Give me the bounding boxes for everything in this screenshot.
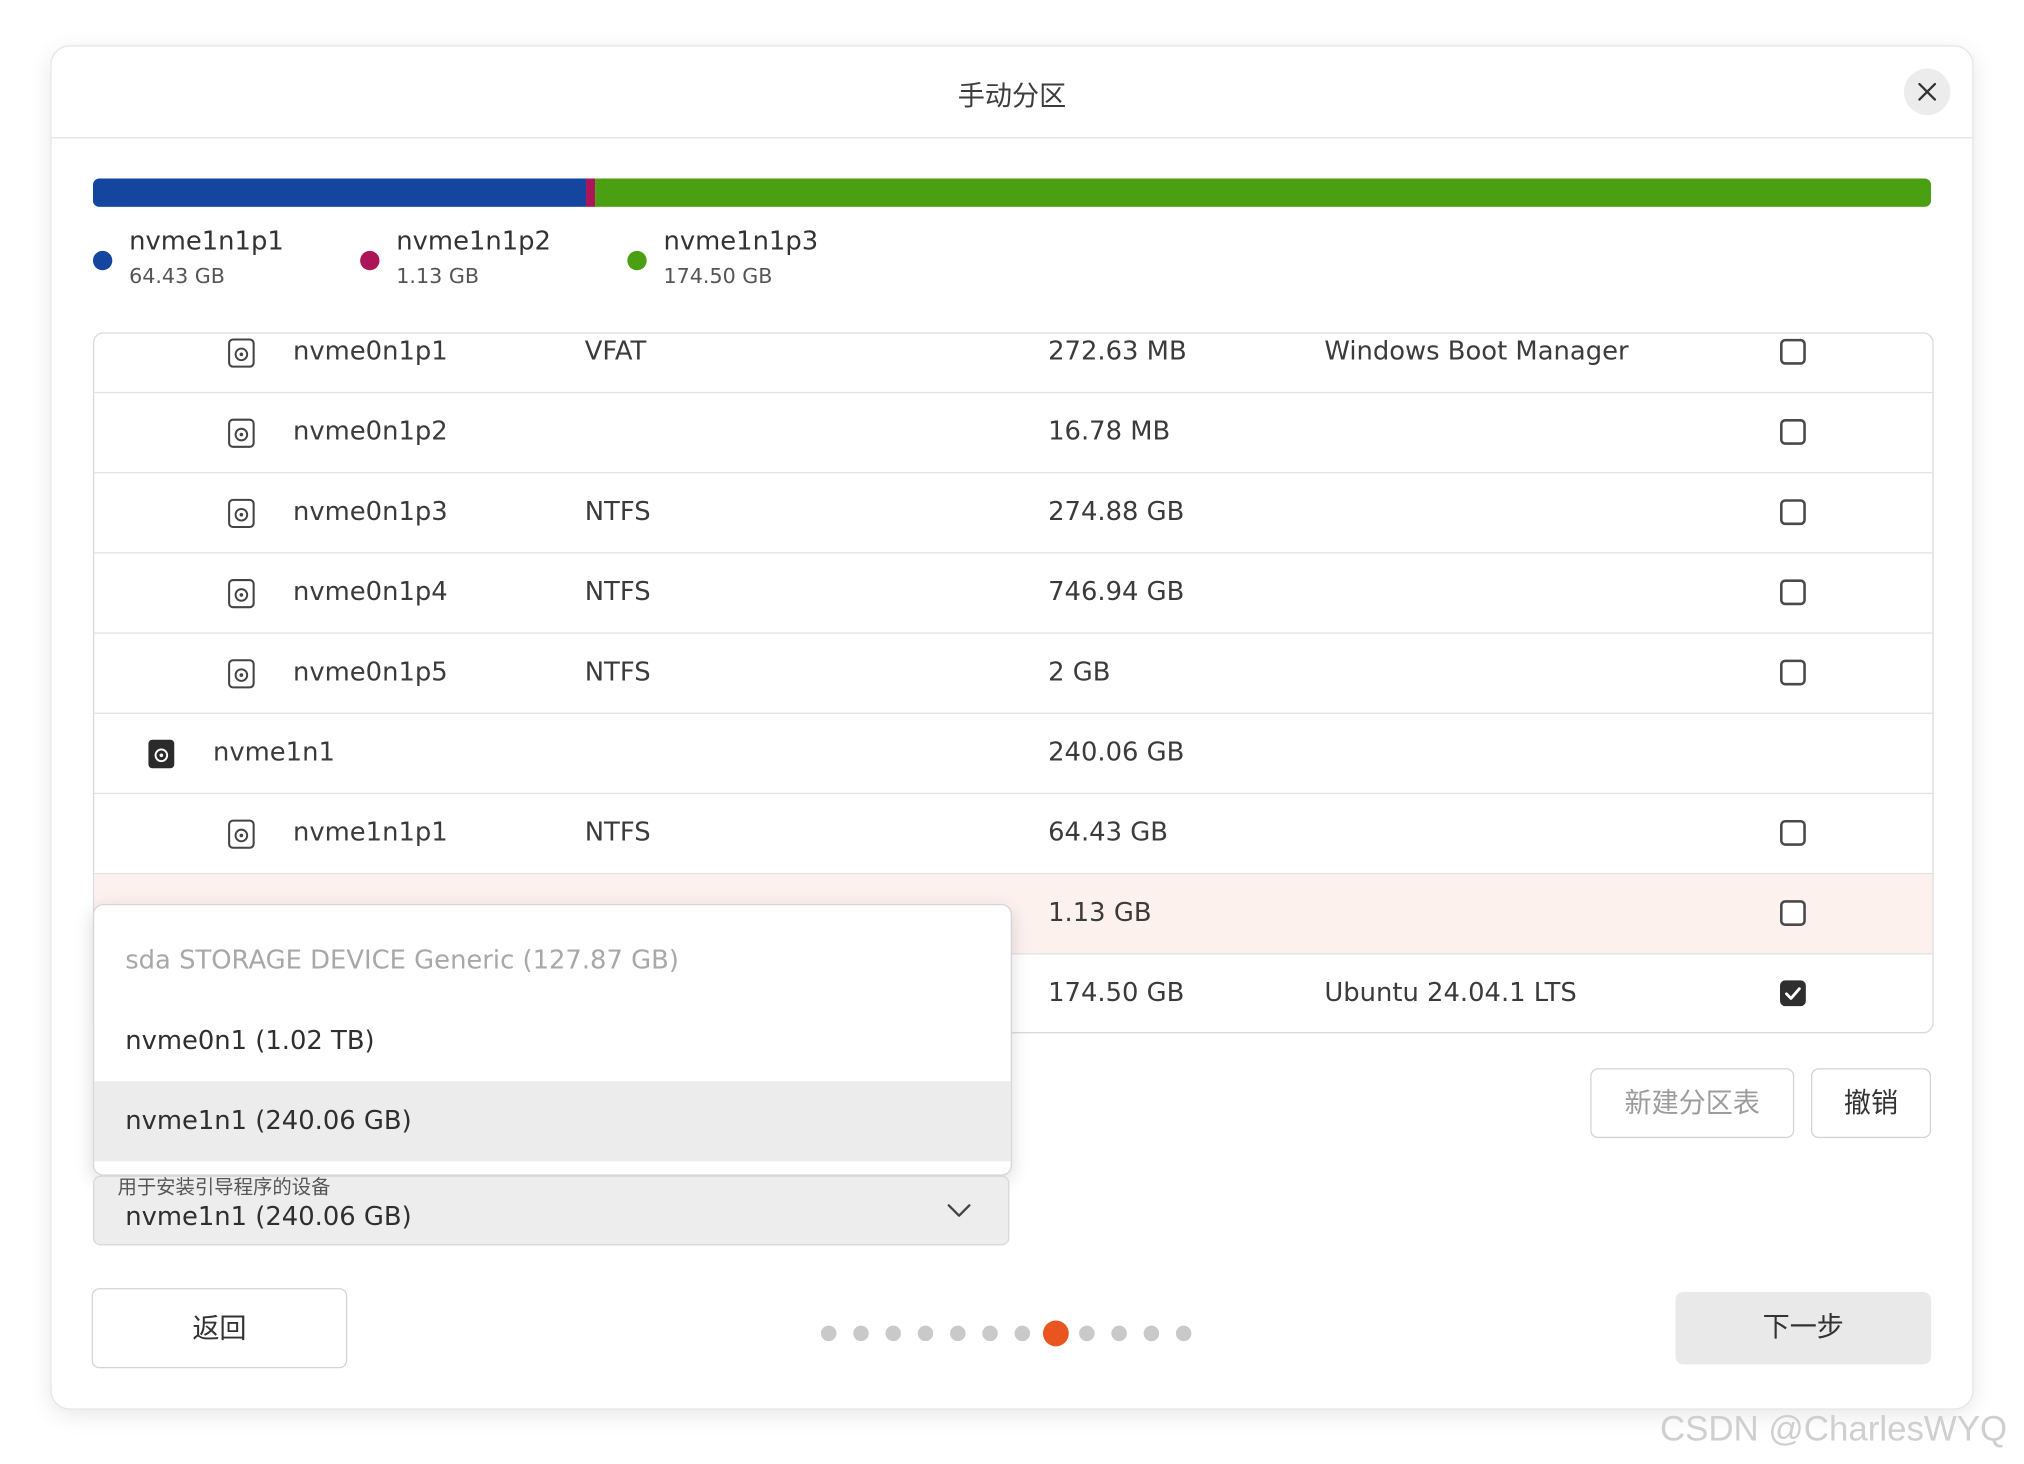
button-label: 返回 bbox=[192, 1312, 247, 1344]
step-dot[interactable] bbox=[950, 1325, 966, 1342]
partition-size: 1.13 GB bbox=[1048, 896, 1152, 928]
table-row[interactable]: nvme0n1p3 NTFS 274.88 GB bbox=[94, 473, 1933, 554]
format-checkbox[interactable] bbox=[1780, 819, 1806, 846]
table-row[interactable]: nvme0n1p4 NTFS 746.94 GB bbox=[94, 554, 1933, 634]
dropdown-option-label: nvme0n1 (1.02 TB) bbox=[125, 1024, 375, 1056]
partition-size: 64.43 GB bbox=[1048, 816, 1168, 848]
manual-partition-dialog: 手动分区 nvme1n1p1 64.43 GB nvme1n1p2 1.13 G… bbox=[51, 46, 1973, 1409]
usage-segment-nvme1n1p1 bbox=[92, 178, 587, 207]
step-dot[interactable] bbox=[1143, 1325, 1160, 1342]
disk-icon bbox=[148, 739, 175, 769]
chevron-down-icon bbox=[947, 1204, 971, 1217]
step-dot[interactable] bbox=[885, 1325, 901, 1342]
legend-name: nvme1n1p3 bbox=[663, 225, 819, 257]
step-dot[interactable] bbox=[853, 1325, 869, 1342]
filesystem-type: NTFS bbox=[584, 575, 651, 607]
legend-size: 1.13 GB bbox=[396, 263, 480, 289]
device-name: nvme0n1p5 bbox=[293, 655, 448, 687]
step-dot[interactable] bbox=[820, 1325, 837, 1342]
check-icon bbox=[1785, 987, 1801, 1000]
format-checkbox[interactable] bbox=[1780, 659, 1806, 686]
table-row[interactable]: nvme1n1p1 NTFS 64.43 GB bbox=[94, 794, 1933, 875]
partition-icon bbox=[228, 579, 255, 609]
partition-icon bbox=[228, 498, 255, 529]
dropdown-option-nvme1n1[interactable]: nvme1n1 (240.06 GB) bbox=[94, 1081, 1011, 1162]
device-name: nvme1n1p1 bbox=[293, 816, 448, 848]
table-row[interactable]: nvme1n1 240.06 GB bbox=[94, 714, 1933, 795]
device-name: nvme0n1p3 bbox=[293, 495, 448, 527]
table-row[interactable]: nvme0n1p2 16.78 MB bbox=[94, 393, 1933, 474]
revert-button[interactable]: 撤销 bbox=[1810, 1068, 1932, 1139]
legend-dot bbox=[360, 250, 380, 271]
disk-usage-bar bbox=[92, 178, 1932, 207]
device-name: nvme0n1p2 bbox=[293, 415, 448, 447]
watermark: CSDN @CharlesWYQ bbox=[1659, 1409, 2008, 1449]
step-dot[interactable] bbox=[1014, 1325, 1031, 1342]
step-dot-active[interactable] bbox=[1042, 1320, 1069, 1347]
format-checkbox[interactable] bbox=[1780, 338, 1806, 365]
window-title: 手动分区 bbox=[957, 80, 1067, 112]
boot-device-select[interactable]: 用于安装引导程序的设备 nvme1n1 (240.06 GB) bbox=[92, 1175, 1010, 1246]
close-icon bbox=[1918, 82, 1937, 101]
legend-name: nvme1n1p1 bbox=[129, 225, 284, 257]
partition-icon bbox=[228, 338, 255, 368]
legend-size: 64.43 GB bbox=[129, 263, 225, 289]
device-name: nvme0n1p1 bbox=[293, 334, 448, 367]
partition-size: 174.50 GB bbox=[1048, 976, 1185, 1008]
button-label: 撤销 bbox=[1843, 1087, 1899, 1119]
partition-icon bbox=[228, 418, 255, 448]
format-checkbox[interactable] bbox=[1780, 900, 1806, 927]
format-checkbox[interactable] bbox=[1780, 980, 1806, 1007]
partition-size: 16.78 MB bbox=[1048, 415, 1171, 447]
dropdown-option-sda: sda STORAGE DEVICE Generic (127.87 GB) bbox=[94, 921, 1010, 1001]
partition-icon bbox=[228, 819, 255, 849]
device-name: nvme1n1 bbox=[212, 735, 335, 767]
partition-size: 272.63 MB bbox=[1048, 334, 1187, 367]
filesystem-type: NTFS bbox=[584, 655, 651, 687]
button-label: 下一步 bbox=[1762, 1311, 1844, 1343]
step-dot[interactable] bbox=[1079, 1325, 1095, 1342]
legend-dot bbox=[627, 250, 647, 271]
step-dot[interactable] bbox=[917, 1325, 934, 1342]
dropdown-option-nvme0n1[interactable]: nvme0n1 (1.02 TB) bbox=[94, 1001, 1010, 1081]
system-name: Ubuntu 24.04.1 LTS bbox=[1324, 976, 1577, 1008]
format-checkbox[interactable] bbox=[1780, 579, 1806, 606]
title-bar: 手动分区 bbox=[51, 47, 1973, 139]
partition-size: 2 GB bbox=[1048, 655, 1111, 687]
device-dropdown-menu: sda STORAGE DEVICE Generic (127.87 GB) n… bbox=[92, 904, 1012, 1176]
system-name: Windows Boot Manager bbox=[1324, 334, 1629, 367]
step-dot[interactable] bbox=[1111, 1325, 1127, 1342]
partition-size: 274.88 GB bbox=[1048, 495, 1185, 527]
usage-segment-nvme1n1p3 bbox=[594, 178, 1932, 207]
usage-segment-nvme1n1p2 bbox=[586, 178, 595, 207]
partition-size: 746.94 GB bbox=[1048, 575, 1185, 607]
table-row[interactable]: nvme0n1p5 NTFS 2 GB bbox=[94, 634, 1933, 714]
legend-size: 174.50 GB bbox=[663, 263, 773, 289]
usage-legend: nvme1n1p1 64.43 GB nvme1n1p2 1.13 GB nvm… bbox=[92, 225, 1255, 303]
format-checkbox[interactable] bbox=[1780, 419, 1806, 445]
step-dot[interactable] bbox=[982, 1325, 998, 1342]
table-row[interactable]: nvme0n1p1 VFAT 272.63 MB Windows Boot Ma… bbox=[94, 334, 1933, 394]
next-button[interactable]: 下一步 bbox=[1675, 1292, 1932, 1365]
step-dot[interactable] bbox=[1175, 1325, 1192, 1342]
disk-size: 240.06 GB bbox=[1048, 735, 1185, 767]
step-indicator bbox=[820, 1318, 1234, 1349]
dropdown-option-label: nvme1n1 (240.06 GB) bbox=[125, 1104, 412, 1136]
legend-dot bbox=[92, 250, 113, 271]
device-name: nvme0n1p4 bbox=[293, 575, 448, 607]
close-button[interactable] bbox=[1903, 68, 1951, 116]
boot-device-label: 用于安装引导程序的设备 bbox=[117, 1175, 331, 1199]
dropdown-option-label: sda STORAGE DEVICE Generic (127.87 GB) bbox=[125, 944, 679, 976]
button-label: 新建分区表 bbox=[1624, 1087, 1761, 1119]
back-button[interactable]: 返回 bbox=[91, 1288, 348, 1369]
filesystem-type: NTFS bbox=[584, 816, 651, 848]
partition-icon bbox=[228, 659, 255, 689]
boot-device-value: nvme1n1 (240.06 GB) bbox=[125, 1200, 412, 1232]
legend-name: nvme1n1p2 bbox=[396, 225, 551, 257]
format-checkbox[interactable] bbox=[1780, 499, 1806, 526]
new-partition-table-button[interactable]: 新建分区表 bbox=[1590, 1068, 1795, 1139]
filesystem-type: NTFS bbox=[584, 495, 651, 527]
filesystem-type: VFAT bbox=[584, 334, 647, 367]
